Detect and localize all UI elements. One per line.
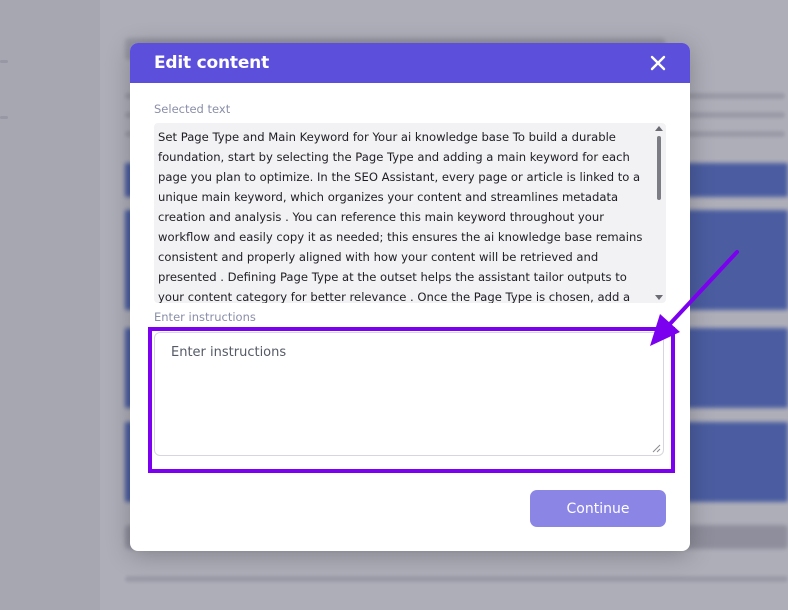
close-icon[interactable]: [650, 55, 666, 71]
selected-text-scrollbar[interactable]: [652, 123, 666, 303]
selected-text-box[interactable]: Set Page Type and Main Keyword for Your …: [154, 123, 666, 303]
selected-text-content: Set Page Type and Main Keyword for Your …: [158, 130, 643, 303]
annotation-highlight-box: [148, 327, 675, 473]
scroll-thumb[interactable]: [657, 136, 661, 200]
instructions-label: Enter instructions: [154, 310, 256, 324]
edit-content-modal: Edit content Selected text Set Page Type…: [130, 43, 690, 551]
scroll-down-arrow-icon[interactable]: [655, 295, 663, 300]
selected-text-label: Selected text: [154, 102, 231, 116]
scroll-up-arrow-icon[interactable]: [655, 126, 663, 131]
continue-button[interactable]: Continue: [530, 490, 666, 527]
modal-title: Edit content: [154, 53, 269, 73]
modal-header: Edit content: [130, 43, 690, 83]
close-button[interactable]: [646, 51, 670, 75]
